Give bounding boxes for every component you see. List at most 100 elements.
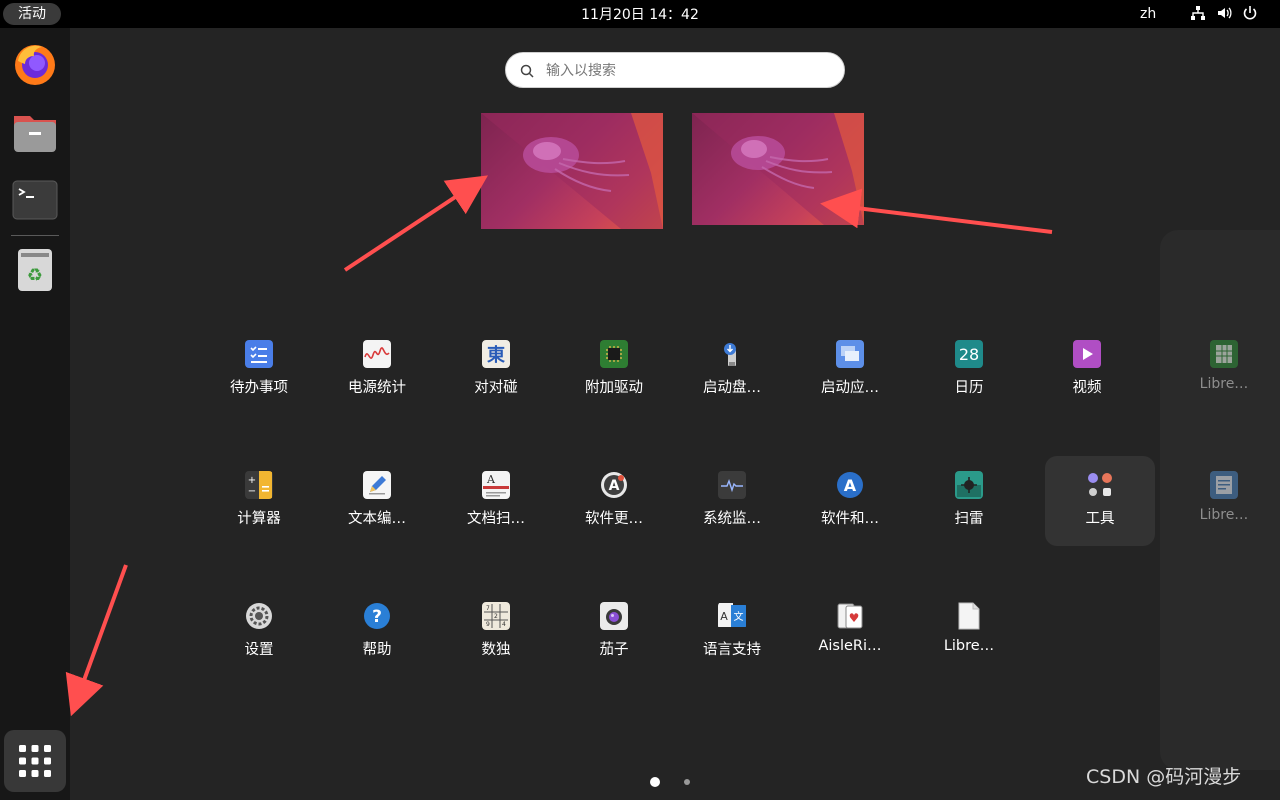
trash-icon: ♻ bbox=[18, 249, 52, 291]
terminal-launcher[interactable] bbox=[9, 174, 61, 226]
page-dot-2[interactable] bbox=[684, 779, 690, 785]
app-cheese[interactable]: 茄子 bbox=[559, 588, 669, 678]
app-system-monitor[interactable]: 系统监… bbox=[677, 457, 787, 547]
spreadsheet-icon bbox=[1210, 340, 1238, 368]
svg-text:A: A bbox=[486, 473, 496, 486]
workspace-thumbnail-1[interactable] bbox=[481, 113, 663, 229]
svg-text:文: 文 bbox=[734, 610, 744, 623]
terminal-icon bbox=[12, 180, 58, 220]
calendar-icon: 28 bbox=[955, 340, 983, 368]
app-label: 帮助 bbox=[362, 642, 392, 658]
jellyfish-wallpaper-image bbox=[692, 113, 864, 225]
app-software-and-updates[interactable]: A 软件和… bbox=[795, 457, 905, 547]
app-label: 文本编… bbox=[348, 511, 406, 527]
top-bar: 活动 11月20日 14：42 zh bbox=[0, 0, 1280, 28]
software-updater-icon: A bbox=[600, 471, 628, 499]
app-mines[interactable]: 扫雷 bbox=[914, 457, 1024, 547]
app-tali[interactable]: 東 对对碰 bbox=[441, 326, 551, 416]
power-statistics-icon bbox=[363, 340, 391, 368]
svg-text:−: − bbox=[248, 486, 256, 497]
power-icon[interactable] bbox=[1242, 5, 1258, 21]
page-indicator bbox=[650, 777, 690, 787]
app-settings[interactable]: 设置 bbox=[204, 588, 314, 678]
app-language-support[interactable]: A文 语言支持 bbox=[677, 588, 787, 678]
app-label: 软件更… bbox=[585, 511, 643, 527]
app-document-scanner[interactable]: A 文档扫… bbox=[441, 457, 551, 547]
app-calculator[interactable]: + − 计算器 bbox=[204, 457, 314, 547]
language-icon: A文 bbox=[718, 602, 746, 630]
playing-cards-icon: ♥ bbox=[836, 602, 864, 630]
app-label: Libre… bbox=[943, 638, 995, 654]
firefox-icon bbox=[15, 45, 55, 85]
app-help[interactable]: ? 帮助 bbox=[322, 588, 432, 678]
app-libreoffice[interactable]: Libre… bbox=[914, 588, 1024, 678]
page-dot-1[interactable] bbox=[650, 777, 660, 787]
svg-text:9: 9 bbox=[486, 621, 490, 628]
app-label: 系统监… bbox=[703, 511, 761, 527]
app-grid-icon bbox=[19, 745, 51, 777]
svg-text:A: A bbox=[844, 476, 857, 495]
app-label: 电源统计 bbox=[348, 380, 406, 396]
app-calendar[interactable]: 28 日历 bbox=[914, 326, 1024, 416]
app-label: 文档扫… bbox=[467, 511, 525, 527]
app-folder-icon bbox=[1086, 471, 1114, 499]
app-label: Libre… bbox=[1199, 507, 1249, 523]
search-input[interactable] bbox=[546, 57, 826, 85]
dock: ♻ bbox=[0, 28, 70, 800]
todo-icon bbox=[245, 340, 273, 368]
app-label: 工具 bbox=[1085, 511, 1115, 527]
mine-icon bbox=[955, 471, 983, 499]
svg-text:+: + bbox=[248, 475, 256, 486]
app-label: 待办事项 bbox=[230, 380, 288, 396]
gear-icon bbox=[245, 602, 273, 630]
app-label: 日历 bbox=[954, 380, 984, 396]
svg-text:A: A bbox=[609, 478, 620, 494]
document-icon bbox=[1210, 471, 1238, 499]
app-additional-drivers[interactable]: 附加驱动 bbox=[559, 326, 669, 416]
clock[interactable]: 11月20日 14：42 bbox=[0, 0, 1280, 28]
folder-icon bbox=[14, 116, 56, 152]
app-libreoffice-draw[interactable]: Libre… bbox=[1169, 457, 1279, 547]
app-todo[interactable]: 待办事项 bbox=[204, 326, 314, 416]
workspace-thumbnail-2[interactable] bbox=[692, 113, 864, 225]
app-videos[interactable]: 视频 bbox=[1032, 326, 1142, 416]
search-icon bbox=[520, 64, 534, 78]
app-sudoku[interactable]: 724 9 数独 bbox=[441, 588, 551, 678]
app-label: 计算器 bbox=[237, 511, 281, 527]
chip-icon bbox=[600, 340, 628, 368]
app-startup-applications[interactable]: 启动应… bbox=[795, 326, 905, 416]
text-editor-pencil-icon bbox=[363, 471, 391, 499]
show-apps-button[interactable] bbox=[4, 730, 66, 792]
app-power-statistics[interactable]: 电源统计 bbox=[322, 326, 432, 416]
app-startup-disk-creator[interactable]: 启动盘… bbox=[677, 326, 787, 416]
svg-text:7: 7 bbox=[486, 605, 490, 612]
usb-disk-icon bbox=[718, 340, 746, 368]
volume-icon[interactable] bbox=[1216, 5, 1232, 21]
jellyfish-wallpaper-image bbox=[481, 113, 663, 229]
app-text-editor[interactable]: 文本编… bbox=[322, 457, 432, 547]
dock-separator bbox=[11, 235, 59, 236]
firefox-launcher[interactable] bbox=[9, 38, 61, 90]
sudoku-grid-icon: 724 9 bbox=[482, 602, 510, 630]
search-box[interactable] bbox=[505, 52, 845, 88]
app-label: 启动应… bbox=[821, 380, 879, 396]
app-label: 对对碰 bbox=[474, 380, 518, 396]
mahjong-tile-icon: 東 bbox=[482, 340, 510, 368]
app-software-updater[interactable]: A 软件更… bbox=[559, 457, 669, 547]
network-icon[interactable] bbox=[1190, 5, 1206, 21]
svg-text:A: A bbox=[720, 610, 728, 623]
calendar-day: 28 bbox=[958, 344, 980, 364]
input-language-indicator[interactable]: zh bbox=[1140, 0, 1156, 28]
app-aisleriot-solitaire[interactable]: ♥ AisleRi… bbox=[795, 588, 905, 678]
svg-text:4: 4 bbox=[502, 621, 506, 628]
app-label: 视频 bbox=[1072, 380, 1102, 396]
files-launcher[interactable] bbox=[9, 106, 61, 158]
scanner-document-icon: A bbox=[482, 471, 510, 499]
app-label: AisleRi… bbox=[818, 638, 882, 654]
trash-launcher[interactable]: ♻ bbox=[9, 244, 61, 296]
system-tray[interactable] bbox=[1190, 5, 1258, 21]
app-folder-tools[interactable]: 工具 bbox=[1045, 457, 1155, 547]
app-label: 附加驱动 bbox=[585, 380, 643, 396]
app-libreoffice-calc[interactable]: Libre… bbox=[1169, 326, 1279, 416]
app-label: 启动盘… bbox=[703, 380, 761, 396]
